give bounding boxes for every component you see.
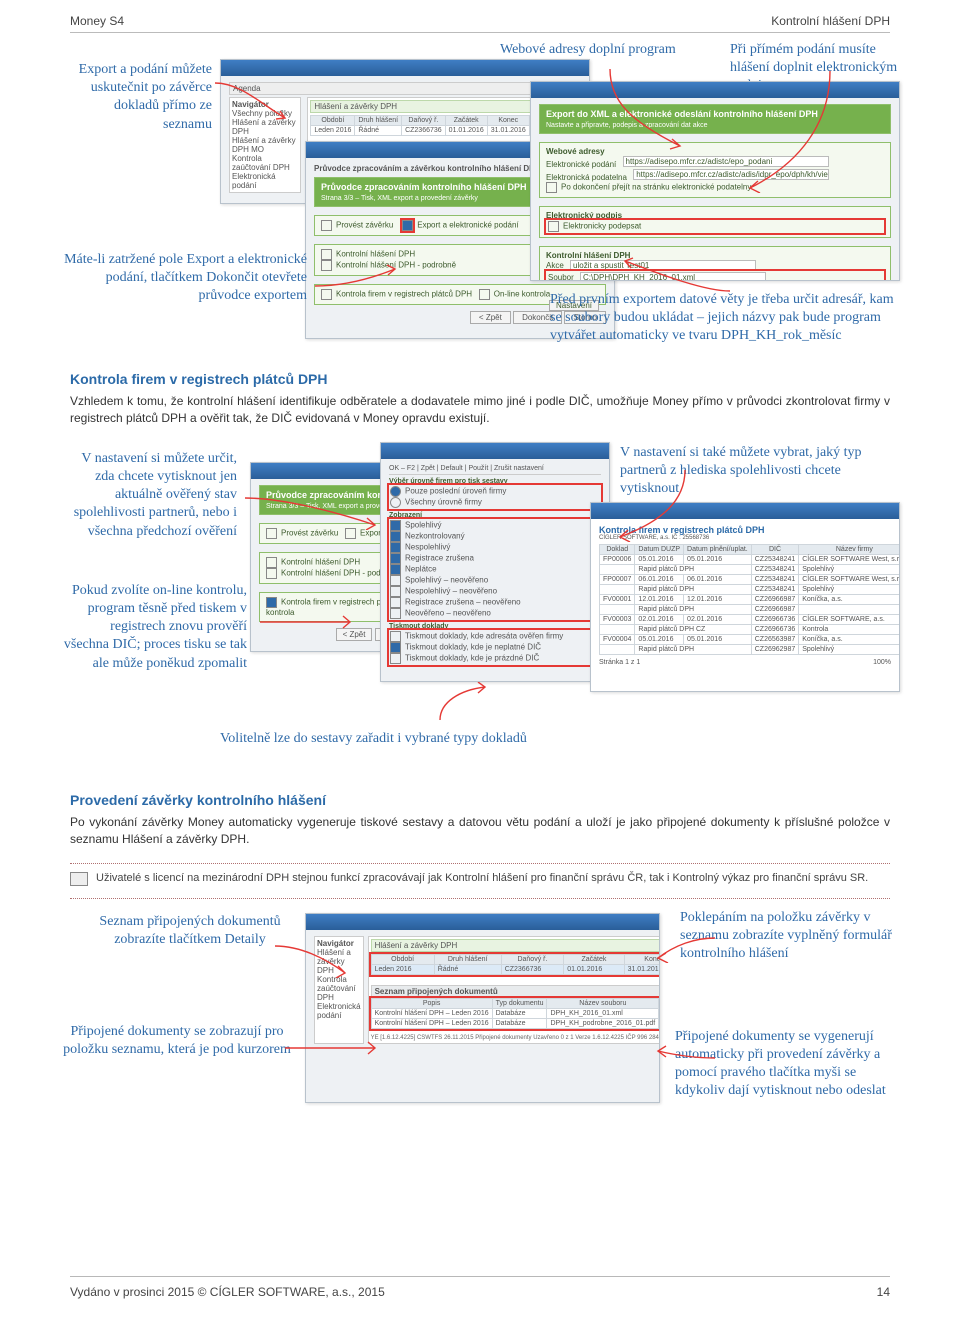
annot-mid-right: Před prvním exportem datové věty je třeb… [550, 291, 900, 346]
lbl-elpodani: Elektronické podání [546, 160, 616, 169]
report-footer-zoom: 100% [873, 659, 891, 666]
radio-lastlevel[interactable]: Pouze poslední úroveň firmy [405, 486, 506, 495]
screenshot-final: Navigátor Hlášení a závěrky DPH Kontrola… [305, 913, 660, 1103]
annot-f2-tr: V nastavení si také můžete vybrat, jaký … [620, 444, 900, 499]
sec-tisk: Tiskmout doklady [389, 623, 601, 630]
section-2-note-text: Uživatelé s licencí na mezinárodní DPH s… [96, 872, 868, 884]
chk-regzr[interactable]: Registrace zrušena [405, 553, 474, 562]
footer-left: Vydáno v prosinci 2015 © CÍGLER SOFTWARE… [70, 1285, 385, 1299]
figure-zaverka: Seznam připojených dokumentů zobrazíte t… [70, 913, 890, 1133]
chk-sign[interactable]: Elektronicky podepsat [563, 222, 641, 231]
val-akce[interactable]: uložit a spustit Test01 [570, 260, 756, 271]
menubar: Agenda [229, 82, 581, 95]
nav3-item: Elektronická podání [317, 1002, 361, 1020]
grid3-title: Hlášení a závěrky DPH [371, 939, 660, 952]
chk-kh-detail[interactable]: Kontrolní hlášení DPH - podrobně [336, 261, 456, 270]
chk-t2[interactable]: Tiskmout doklady, kde je neplatné DIČ [405, 642, 541, 651]
btn-zpet[interactable]: < Zpět [470, 311, 511, 324]
tb-cancel[interactable]: Zrušit nastavení [494, 465, 544, 472]
nav-item: Hlášení a závěrky DPH MO [232, 136, 298, 154]
lbl-akce: Akce [546, 261, 564, 270]
annot-mid-left: Máte-li zatržené pole Export a elektroni… [62, 251, 307, 306]
attach-table: PopisTyp dokumentuNázev souboruKbPodpis … [371, 998, 660, 1029]
chk-ds[interactable]: Po dokončení přejít na stránku elektroni… [561, 183, 751, 192]
annot-f2-b: Volitelně lze do sestavy zařadit i vybra… [220, 730, 540, 748]
screenshot-export-dialog: Export do XML a elektronické odeslání ko… [530, 81, 900, 281]
sec-zobrazeni: Zobrazení [389, 512, 601, 519]
chk-kh[interactable]: Kontrolní hlášení DPH [336, 250, 415, 259]
chk-neo-no[interactable]: Neověřeno – neověřeno [405, 608, 491, 617]
chk-nezk[interactable]: Nezkontrolovaný [405, 531, 465, 540]
nav3-item: Kontrola zaúčtování DPH [317, 975, 361, 1002]
sec-kh: Kontrolní hlášení DPH [546, 251, 884, 260]
chk-nesp-no[interactable]: Nespolehlivý – neověřeno [405, 586, 497, 595]
chk-t1[interactable]: Tiskmout doklady, kde adresáta ověřen fi… [405, 631, 563, 640]
section-2-title: Provedení závěrky kontrolního hlášení [70, 792, 890, 808]
nav-title: Navigátor [232, 100, 298, 109]
tb-use[interactable]: Použít [468, 465, 488, 472]
annot-f2-tl: V nastavení si můžete určit, zda chcete … [62, 450, 237, 541]
wizard-step-title: Průvodce zpracováním kontrolního hlášení… [321, 182, 527, 192]
annot-top-left: Export a podání můžete uskutečnit po záv… [62, 61, 212, 134]
chk-online[interactable]: On-line kontrola [494, 290, 550, 299]
export-title: Export do XML a elektronické odeslání ko… [546, 109, 818, 119]
sec-podpis: Elektronický podpis [546, 211, 884, 220]
chk-export[interactable]: Export a elektronické podání [417, 221, 518, 230]
val-elpodatelna[interactable]: https://adisepo.mfcr.cz/adistc/adis/idpr… [633, 169, 829, 180]
chk-firm[interactable]: Kontrola firem v registrech plátců DPH [336, 290, 472, 299]
nav-item: Hlášení a závěrky DPH [232, 118, 298, 136]
statusbar: YE [1.6.12.4225] CSWTFS 26.11.2015 Připo… [371, 1035, 660, 1041]
footer-page: 14 [877, 1285, 890, 1299]
val-soubor[interactable]: C:\DPH\DPH_KH_2016_01.xml [580, 272, 766, 281]
chk-nesp[interactable]: Nespolehlivý [405, 542, 450, 551]
sec-webove: Webové adresy [546, 147, 884, 156]
header-left: Money S4 [70, 14, 124, 28]
val-elpodani[interactable]: https://adisepo.mfcr.cz/adistc/epo_podan… [623, 156, 829, 167]
report-title: Kontrola firem v registrech plátců DPH [599, 525, 891, 535]
report-table: DokladDatum DUZPDatum plnění/uplat.DIČNá… [599, 544, 900, 655]
chk-t3[interactable]: Tiskmout doklady, kde je prázdné DIČ [405, 653, 539, 662]
lbl-elpodatelna: Elektronická podatelna [546, 173, 627, 182]
annot-f3-bl: Připojené dokumenty se zobrazují pro pol… [62, 1023, 292, 1059]
figure-kontrola-firem: V nastavení si můžete určit, zda chcete … [70, 442, 890, 742]
chk-spol[interactable]: Spolehlivý [405, 520, 441, 529]
attach-title: Seznam připojených dokumentů [371, 985, 660, 998]
chk-spol-no[interactable]: Spolehlivý – neověřeno [405, 575, 488, 584]
radio-alllevels[interactable]: Všechny úrovně firmy [405, 497, 482, 506]
annot-f3-br: Připojené dokumenty se vygenerují automa… [675, 1028, 900, 1101]
section-1-title: Kontrola firem v registrech plátců DPH [70, 371, 890, 387]
lbl-soubor: Soubor [548, 273, 574, 281]
nav-item: Elektronická podání [232, 172, 298, 190]
screenshot-report: Kontrola firem v registrech plátců DPH C… [590, 502, 900, 692]
export-sub: Nastavte a připravte, podepis a zpracová… [546, 122, 707, 129]
chk-zaverka[interactable]: Provést závěrku [336, 221, 393, 230]
nav-item: Kontrola zaúčtování DPH [232, 154, 298, 172]
tb-ok[interactable]: OK – F2 [389, 465, 415, 472]
nav3-item: Hlášení a závěrky DPH [317, 948, 361, 975]
chk-regzr-no[interactable]: Registrace zrušena – neověřeno [405, 597, 521, 606]
wizb-zpet[interactable]: < Zpět [336, 628, 373, 641]
nav-item: Všechny položky [232, 109, 298, 118]
grid3-table: ObdobíDruh hlášeníDaňový ř.ZačátekKonecU… [371, 954, 660, 975]
nav3-title: Navigátor [317, 939, 361, 948]
report-sub: CÍGLER SOFTWARE, a.s. IČ : 25568736 [599, 535, 891, 541]
section-1-para: Vzhledem k tomu, že kontrolní hlášení id… [70, 393, 890, 428]
sec-uroven: Výběr úrovně firem pro tisk sestavy [389, 478, 601, 485]
annot-f3-tl: Seznam připojených dokumentů zobrazíte t… [90, 913, 290, 949]
report-footer-page: Stránka 1 z 1 [599, 659, 640, 666]
section-2-note: Uživatelé s licencí na mezinárodní DPH s… [70, 872, 890, 884]
annot-f2-bl: Pokud zvolíte on-line kontrolu, program … [62, 582, 247, 673]
tb-zpet[interactable]: Zpět [421, 465, 435, 472]
wizb-chk3[interactable]: Kontrolní hlášení DPH [281, 557, 360, 566]
section-2-para: Po vykonání závěrky Money automaticky vy… [70, 814, 890, 849]
figure-export-wizard: Export a podání můžete uskutečnit po záv… [70, 51, 890, 341]
wizard-step-sub: Strana 3/3 – Tisk, XML export a proveden… [321, 195, 478, 202]
screenshot-nastaveni-tisku: OK – F2 | Zpět | Default | Použít | Zruš… [380, 442, 610, 682]
book-icon [70, 872, 88, 886]
wizb-chk1[interactable]: Provést závěrku [281, 528, 338, 537]
tb-def[interactable]: Default [441, 465, 463, 472]
chk-nepl[interactable]: Neplátce [405, 564, 437, 573]
annot-f3-tr: Poklepáním na položku závěrky v seznamu … [680, 909, 900, 964]
header-right: Kontrolní hlášení DPH [771, 14, 890, 28]
